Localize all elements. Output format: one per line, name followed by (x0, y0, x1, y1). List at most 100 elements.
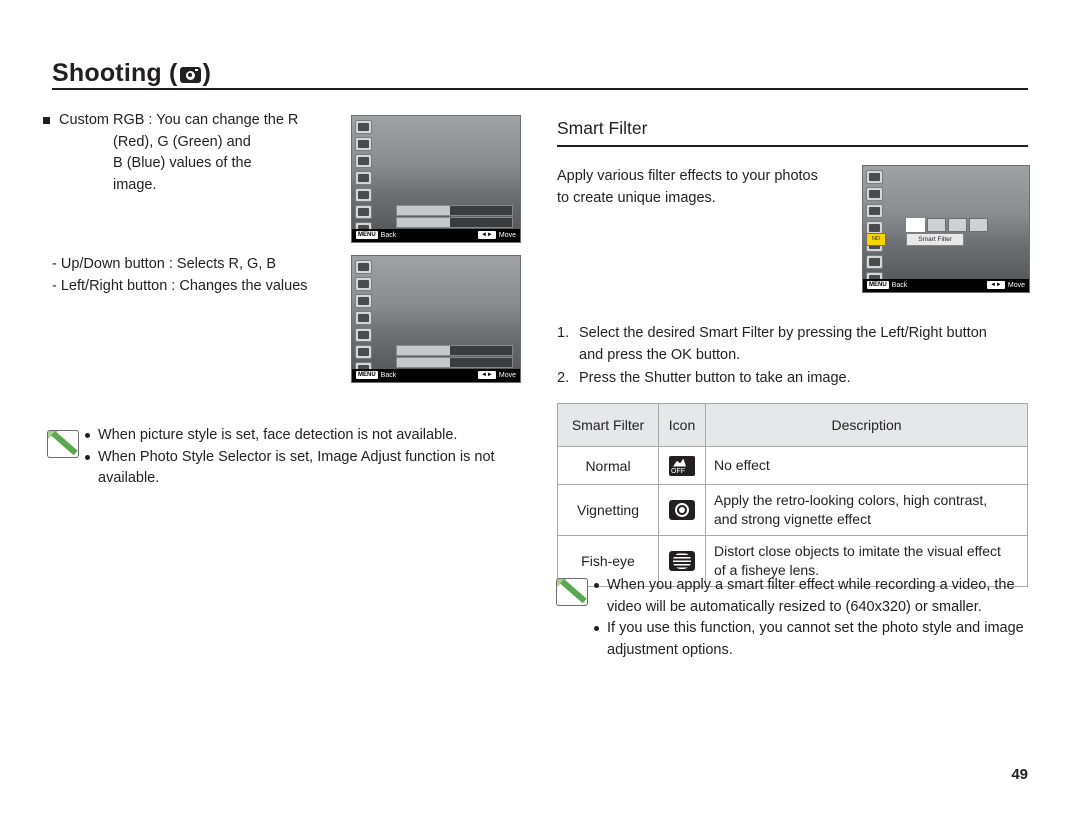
step-1: 1. Select the desired Smart Filter by pr… (557, 322, 1037, 344)
lcd-screenshot-smart-filter: ND Smart Filter MENU Back ◄► Move (862, 165, 1030, 293)
smart-filter-steps: 1. Select the desired Smart Filter by pr… (557, 322, 1037, 389)
step-1-line2: and press the OK button. (579, 347, 741, 363)
lcd-move-group: ◄► Move (477, 369, 516, 382)
lcd-screenshot-custom-rgb-2: MENU Back ◄► Move (351, 255, 521, 383)
note-left-item-1-text: When picture style is set, face detectio… (98, 427, 458, 443)
step-1-number: 1. (557, 325, 570, 341)
custom-rgb-line4: image. (113, 176, 157, 193)
lcd-move-label: Move (1007, 282, 1025, 289)
lcd-icon-face-detect (355, 294, 372, 308)
smart-filter-divider (557, 145, 1028, 147)
row-normal-desc-line1: No effect (714, 457, 770, 473)
row-vignetting-name: Vignetting (557, 484, 659, 536)
step-1-line1: Select the desired Smart Filter by press… (579, 325, 987, 341)
lcd-icon-smart-filter (866, 255, 883, 269)
smart-filter-intro: Apply various filter effects to your pho… (557, 166, 857, 209)
bullet-dot-icon (594, 583, 599, 588)
smart-filter-thumb-miniature[interactable] (948, 218, 968, 232)
custom-rgb-line1: Custom RGB : You can change the R (59, 112, 299, 128)
lcd-icon-face-detect (866, 204, 883, 218)
lcd-icon-metering (355, 171, 372, 185)
lcd-icon-quality (866, 187, 883, 201)
menu-key-icon: MENU (356, 371, 378, 379)
lcd-icon-photo-style (355, 345, 372, 359)
custom-rgb-block: Custom RGB : You can change the R (Red),… (43, 110, 343, 196)
move-key-icon: ◄► (986, 281, 1005, 289)
lcd-icon-resolution (355, 260, 372, 274)
table-header-icon: Icon (658, 403, 706, 447)
step-2-line1: Press the Shutter button to take an imag… (579, 370, 851, 386)
row-vignetting-desc-line1: Apply the retro-looking colors, high con… (714, 492, 988, 508)
lcd-move-group: ◄► Move (477, 229, 516, 242)
table-row: Normal No effect (557, 446, 1028, 485)
lcd-slider-r (395, 345, 514, 356)
note-block-right: When you apply a smart filter effect whi… (594, 575, 1044, 661)
lcd-mode-icon-column (355, 120, 372, 239)
lcd-back-label: Back (380, 372, 397, 379)
smart-filter-intro-line1: Apply various filter effects to your pho… (557, 168, 818, 184)
page-title-end: ) (202, 59, 212, 87)
note-right-item-1: When you apply a smart filter effect whi… (594, 575, 1044, 597)
move-key-icon: ◄► (477, 231, 496, 239)
manual-page: Shooting () Custom RGB : You can change … (0, 0, 1080, 815)
note-left-item-2-text: When Photo Style Selector is set, Image … (98, 448, 495, 465)
smart-filter-tab-badge: ND (866, 233, 886, 246)
table-header-description: Description (705, 403, 1028, 447)
step-2-number: 2. (557, 370, 570, 386)
note-right-item-2-cont: adjustment options. (607, 641, 733, 658)
note-left-item-2: When Photo Style Selector is set, Image … (85, 447, 525, 469)
smart-filter-thumb-normal[interactable] (906, 218, 926, 232)
custom-rgb-line2: (Red), G (Green) and (113, 133, 251, 150)
smart-filter-thumb-vignetting[interactable] (927, 218, 947, 232)
page-number: 49 (1011, 766, 1028, 783)
smart-filter-table: Smart Filter Icon Description Normal No … (557, 403, 1028, 587)
smart-filter-intro-line2: to create unique images. (557, 189, 716, 206)
row-fisheye-desc-line1: Distort close objects to imitate the vis… (714, 543, 1001, 559)
lcd-footer-bar-3: MENU Back ◄► Move (863, 279, 1029, 292)
lcd-footer-bar-1: MENU Back ◄► Move (352, 229, 520, 242)
note-pencil-icon (556, 578, 588, 606)
bullet-dot-icon (85, 433, 90, 438)
lcd-back-label: Back (891, 282, 908, 289)
row-normal-icon-cell (658, 446, 706, 485)
page-header: Shooting () (52, 58, 1028, 90)
note-pencil-icon (47, 430, 79, 458)
menu-key-icon: MENU (356, 231, 378, 239)
lcd-icon-face-detect (355, 154, 372, 168)
smart-filter-vignetting-icon (669, 500, 695, 520)
lcd-mode-icon-column (866, 170, 883, 289)
lcd-footer-bar-2: MENU Back ◄► Move (352, 369, 520, 382)
note-left-item-2-cont: available. (98, 470, 160, 486)
bullet-dot-icon (85, 454, 90, 460)
lcd-move-group: ◄► Move (986, 279, 1025, 292)
custom-rgb-bullet: Custom RGB : You can change the R (43, 110, 343, 132)
lcd-move-label: Move (498, 232, 516, 239)
rgb-button-instructions: - Up/Down button : Selects R, G, B - Lef… (52, 254, 352, 297)
lcd-back-label: Back (380, 232, 397, 239)
lcd-icon-quality (355, 137, 372, 151)
note-right-item-1-text: When you apply a smart filter effect whi… (607, 577, 1015, 593)
smart-filter-current-label: Smart Filter (906, 233, 965, 246)
custom-rgb-line3: B (Blue) values of the (113, 155, 252, 171)
camera-icon (179, 67, 201, 83)
step-2: 2. Press the Shutter button to take an i… (557, 367, 1037, 389)
smart-filter-thumb-strip (906, 218, 1024, 232)
lcd-icon-resolution (355, 120, 372, 134)
smart-filter-normal-icon (669, 455, 695, 476)
lcd-icon-drive (355, 188, 372, 202)
note-block-left: When picture style is set, face detectio… (85, 425, 525, 490)
note-right-item-2-text: If you use this function, you cannot set… (607, 620, 1024, 636)
square-bullet-icon (43, 117, 50, 124)
lcd-slider-g (395, 217, 514, 228)
lcd-slider-r (395, 205, 514, 216)
lcd-icon-quality (355, 277, 372, 291)
lcd-icon-drive (355, 328, 372, 342)
lcd-mode-icon-column (355, 260, 372, 379)
header-divider (52, 88, 1028, 90)
updown-button-line: - Up/Down button : Selects R, G, B (52, 256, 277, 272)
note-right-item-1-cont: video will be automatically resized to (… (607, 598, 982, 615)
menu-key-icon: MENU (867, 281, 889, 289)
lcd-screenshot-custom-rgb-1: MENU Back ◄► Move (351, 115, 521, 243)
smart-filter-heading: Smart Filter (557, 118, 648, 138)
smart-filter-thumb-fisheye[interactable] (969, 218, 989, 232)
